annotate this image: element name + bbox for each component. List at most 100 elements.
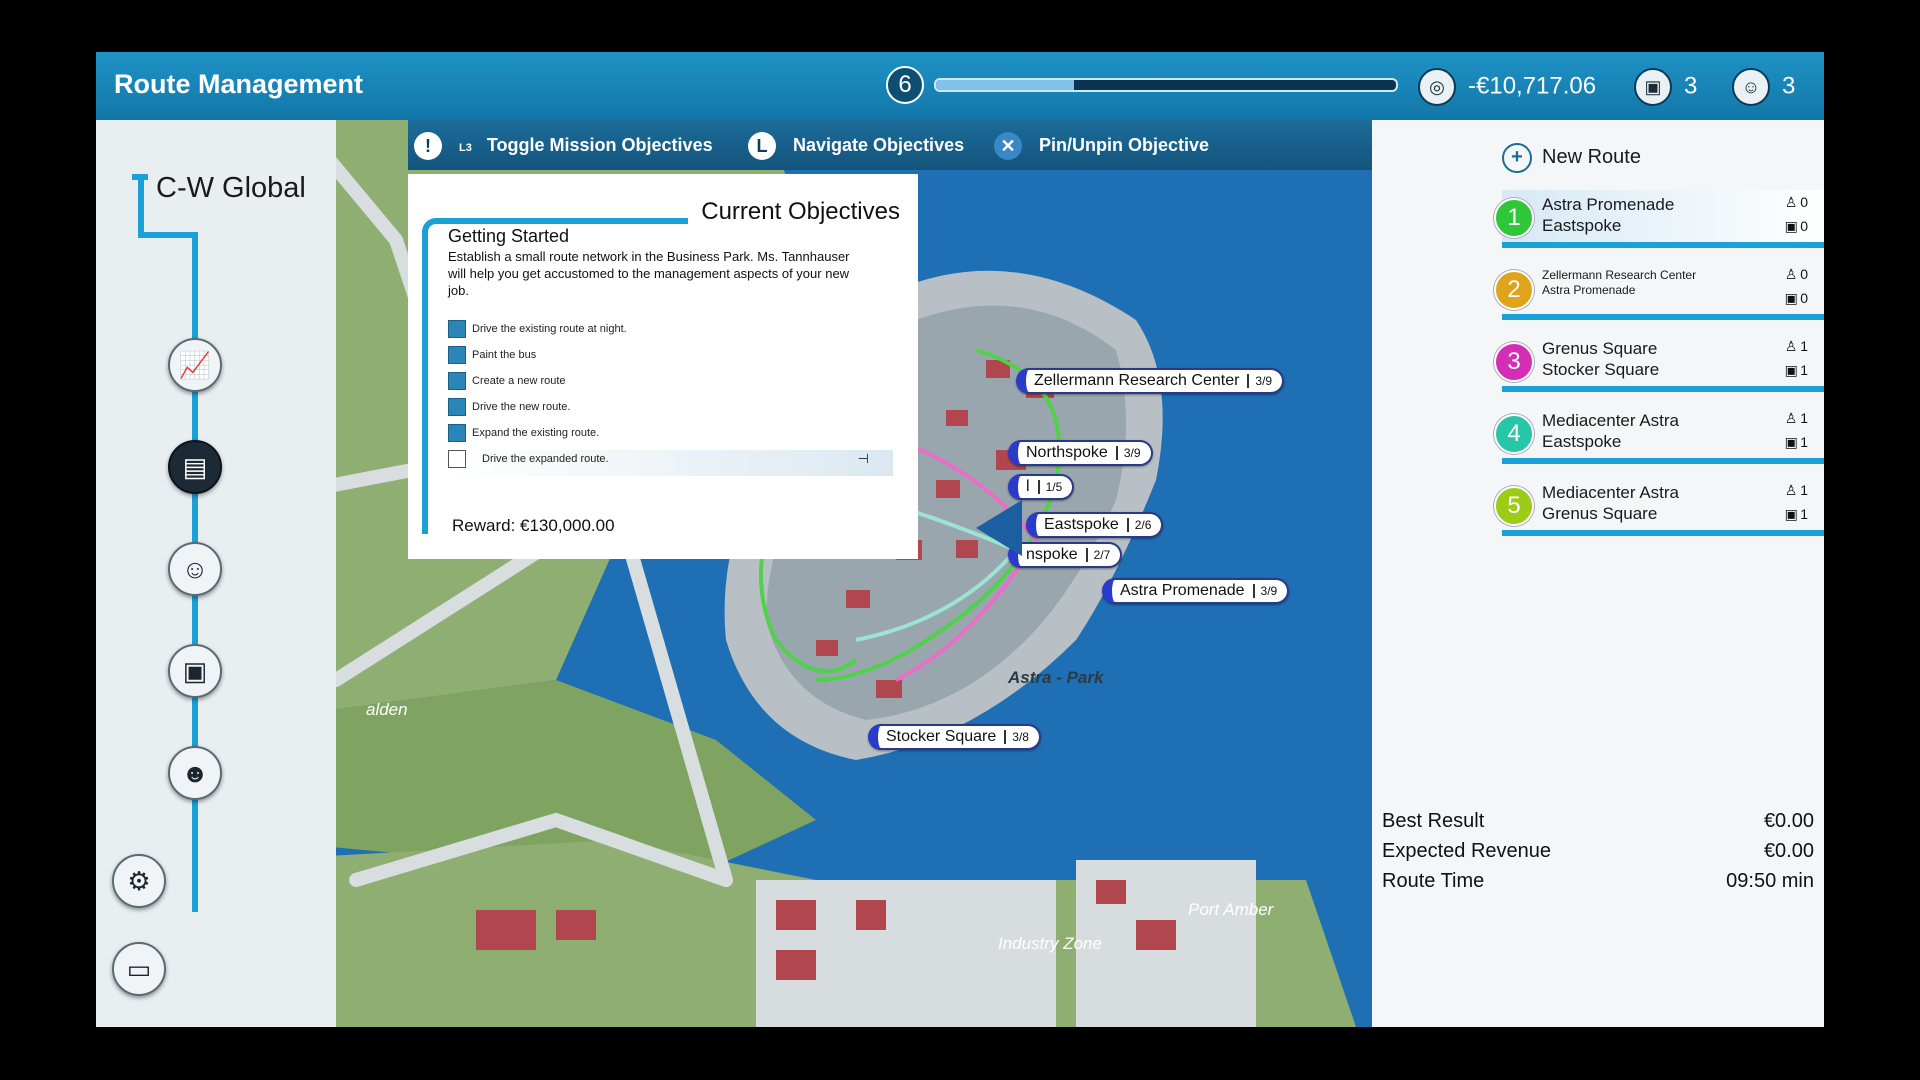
stop-astra-promenade[interactable]: Astra Promenade 3/9: [1102, 578, 1290, 604]
route-number: 1: [1494, 198, 1534, 238]
monitor-button[interactable]: ▭: [112, 942, 166, 996]
stop-zellermann[interactable]: Zellermann Research Center 3/9: [1016, 368, 1285, 394]
expected-revenue-label: Expected Revenue: [1382, 840, 1552, 862]
route-bus-count: ▣ 1: [1784, 506, 1808, 523]
stop-name: Zellermann Research Center: [1034, 372, 1240, 389]
stop-eastspoke[interactable]: Eastspoke 2/6: [1026, 512, 1164, 538]
objective-list: Drive the existing route at night. Paint…: [448, 320, 893, 476]
route-driver-count: ♙ 0: [1784, 194, 1808, 211]
stop-count: 3/9: [1247, 374, 1273, 388]
route-stops: Mediacenter Astra Grenus Square: [1542, 482, 1772, 524]
route-bus-count: ▣ 0: [1784, 290, 1808, 307]
route-bus-count: ▣ 1: [1784, 434, 1808, 451]
bus-icon: ▣: [1784, 506, 1798, 522]
route-time-row: Route Time 09:50 min: [1382, 870, 1814, 900]
driver-icon: ☺: [181, 554, 209, 584]
route-driver-count: ♙ 1: [1784, 338, 1808, 355]
bus-count: 0: [1800, 290, 1808, 306]
route-number: 2: [1494, 270, 1534, 310]
left-sidebar: C-W Global 📈 ▤ ☺ ▣ ☻ ⚙ ▭: [96, 120, 336, 1027]
bus-icon: ▣: [1784, 290, 1798, 306]
expected-revenue-value: €0.00: [1763, 840, 1814, 862]
objective-item[interactable]: Expand the existing route.: [448, 424, 893, 450]
map-button[interactable]: ▤: [168, 440, 222, 494]
route-bus-count: ▣ 1: [1784, 362, 1808, 379]
x-button-icon: ✕: [994, 132, 1022, 161]
settings-button[interactable]: ⚙: [112, 854, 166, 908]
driver-icon: ♙: [1784, 410, 1798, 426]
route-number: 5: [1494, 486, 1534, 526]
bus-icon: ▣: [1784, 434, 1798, 450]
route-to: Eastspoke: [1542, 432, 1622, 451]
pin-objective-label: Pin/Unpin Objective: [1039, 135, 1210, 155]
objective-label: Expand the existing route.: [472, 427, 600, 439]
objective-item[interactable]: Drive the existing route at night.: [448, 320, 893, 346]
buses-button[interactable]: ▣: [168, 644, 222, 698]
driver-count: 0: [1800, 194, 1808, 210]
best-result-value: €0.00: [1763, 810, 1814, 832]
stop-nspoke[interactable]: nspoke 2/7: [1008, 542, 1123, 568]
route-stops: Mediacenter Astra Eastspoke: [1542, 410, 1772, 452]
objective-label: Paint the bus: [472, 349, 537, 361]
route-time-value: 09:50 min: [1726, 870, 1814, 892]
route-time-label: Route Time: [1382, 870, 1485, 892]
toggle-objectives-button[interactable]: ! L3 Toggle Mission Objectives: [414, 128, 713, 162]
map-label-astra-park: Astra - Park: [1008, 668, 1104, 687]
sidebar-line: [132, 174, 148, 180]
navigate-objectives-button[interactable]: L Navigate Objectives: [748, 128, 964, 162]
route-number: 4: [1494, 414, 1534, 454]
bus-count: 1: [1800, 506, 1808, 522]
checkbox-checked-icon: [448, 398, 466, 416]
passengers-button[interactable]: ☻: [168, 746, 222, 800]
driver-count: 1: [1800, 482, 1808, 498]
route-to: Astra Promenade: [1542, 283, 1636, 297]
route-item-2[interactable]: 2 Zellermann Research Center Astra Promen…: [1494, 262, 1824, 320]
arrow-pointer-icon: [976, 500, 1022, 556]
pin-objective-button[interactable]: ✕ Pin/Unpin Objective: [994, 128, 1209, 162]
objective-item[interactable]: Create a new route: [448, 372, 893, 398]
new-route-label: New Route: [1542, 146, 1641, 168]
driver-icon: ♙: [1784, 194, 1798, 210]
stop-count: 2/6: [1126, 518, 1152, 532]
route-from: Grenus Square: [1542, 339, 1658, 358]
route-item-1[interactable]: 1 Astra Promenade Eastspoke ♙ 0 ▣ 0: [1494, 190, 1824, 248]
route-stops: Grenus Square Stocker Square: [1542, 338, 1772, 380]
map-label-walden: alden: [366, 700, 408, 719]
checkbox-checked-icon: [448, 372, 466, 390]
map-label-industry-zone: Industry Zone: [998, 934, 1102, 953]
route-item-5[interactable]: 5 Mediacenter Astra Grenus Square ♙ 1 ▣ 1: [1494, 478, 1824, 536]
route-bus-count: ▣ 0: [1784, 218, 1808, 235]
statistics-button[interactable]: 📈: [168, 338, 222, 392]
new-route-button[interactable]: + New Route: [1502, 142, 1641, 173]
driver-icon: ☺: [1732, 68, 1770, 106]
people-icon: ☻: [181, 758, 209, 788]
sidebar-line: [138, 178, 144, 238]
route-item-3[interactable]: 3 Grenus Square Stocker Square ♙ 1 ▣ 1: [1494, 334, 1824, 392]
checkbox-empty-icon: [448, 450, 466, 468]
stop-name: Astra Promenade: [1120, 582, 1245, 599]
checkbox-checked-icon: [448, 346, 466, 364]
stop-l[interactable]: l 1/5: [1008, 474, 1075, 500]
stop-count: 3/8: [1004, 730, 1029, 744]
objective-item[interactable]: Paint the bus: [448, 346, 893, 372]
objective-label: Drive the expanded route.: [482, 453, 609, 465]
exclamation-icon: !: [414, 132, 442, 161]
progress-fill: [936, 80, 1074, 90]
route-number: 3: [1494, 342, 1534, 382]
route-stats: Best Result €0.00 Expected Revenue €0.00 R…: [1382, 810, 1814, 900]
coin-stack-icon: ◎: [1418, 68, 1456, 106]
l-stick-icon: L: [748, 132, 776, 161]
stop-name: Stocker Square: [886, 728, 997, 745]
stop-count: 1/5: [1037, 480, 1063, 494]
stop-northspoke[interactable]: Northspoke 3/9: [1008, 440, 1153, 466]
level-badge: 6: [886, 66, 924, 104]
objective-item-selected[interactable]: Drive the expanded route. ⊣: [448, 450, 893, 476]
objectives-title: Current Objectives: [701, 198, 900, 225]
route-stops: Astra Promenade Eastspoke: [1542, 194, 1772, 236]
driver-count: 1: [1800, 410, 1808, 426]
bus-icon: ▣: [1634, 68, 1672, 106]
stop-stocker-square[interactable]: Stocker Square 3/8: [868, 724, 1041, 750]
objective-item[interactable]: Drive the new route.: [448, 398, 893, 424]
route-item-4[interactable]: 4 Mediacenter Astra Eastspoke ♙ 1 ▣ 1: [1494, 406, 1824, 464]
drivers-button[interactable]: ☺: [168, 542, 222, 596]
